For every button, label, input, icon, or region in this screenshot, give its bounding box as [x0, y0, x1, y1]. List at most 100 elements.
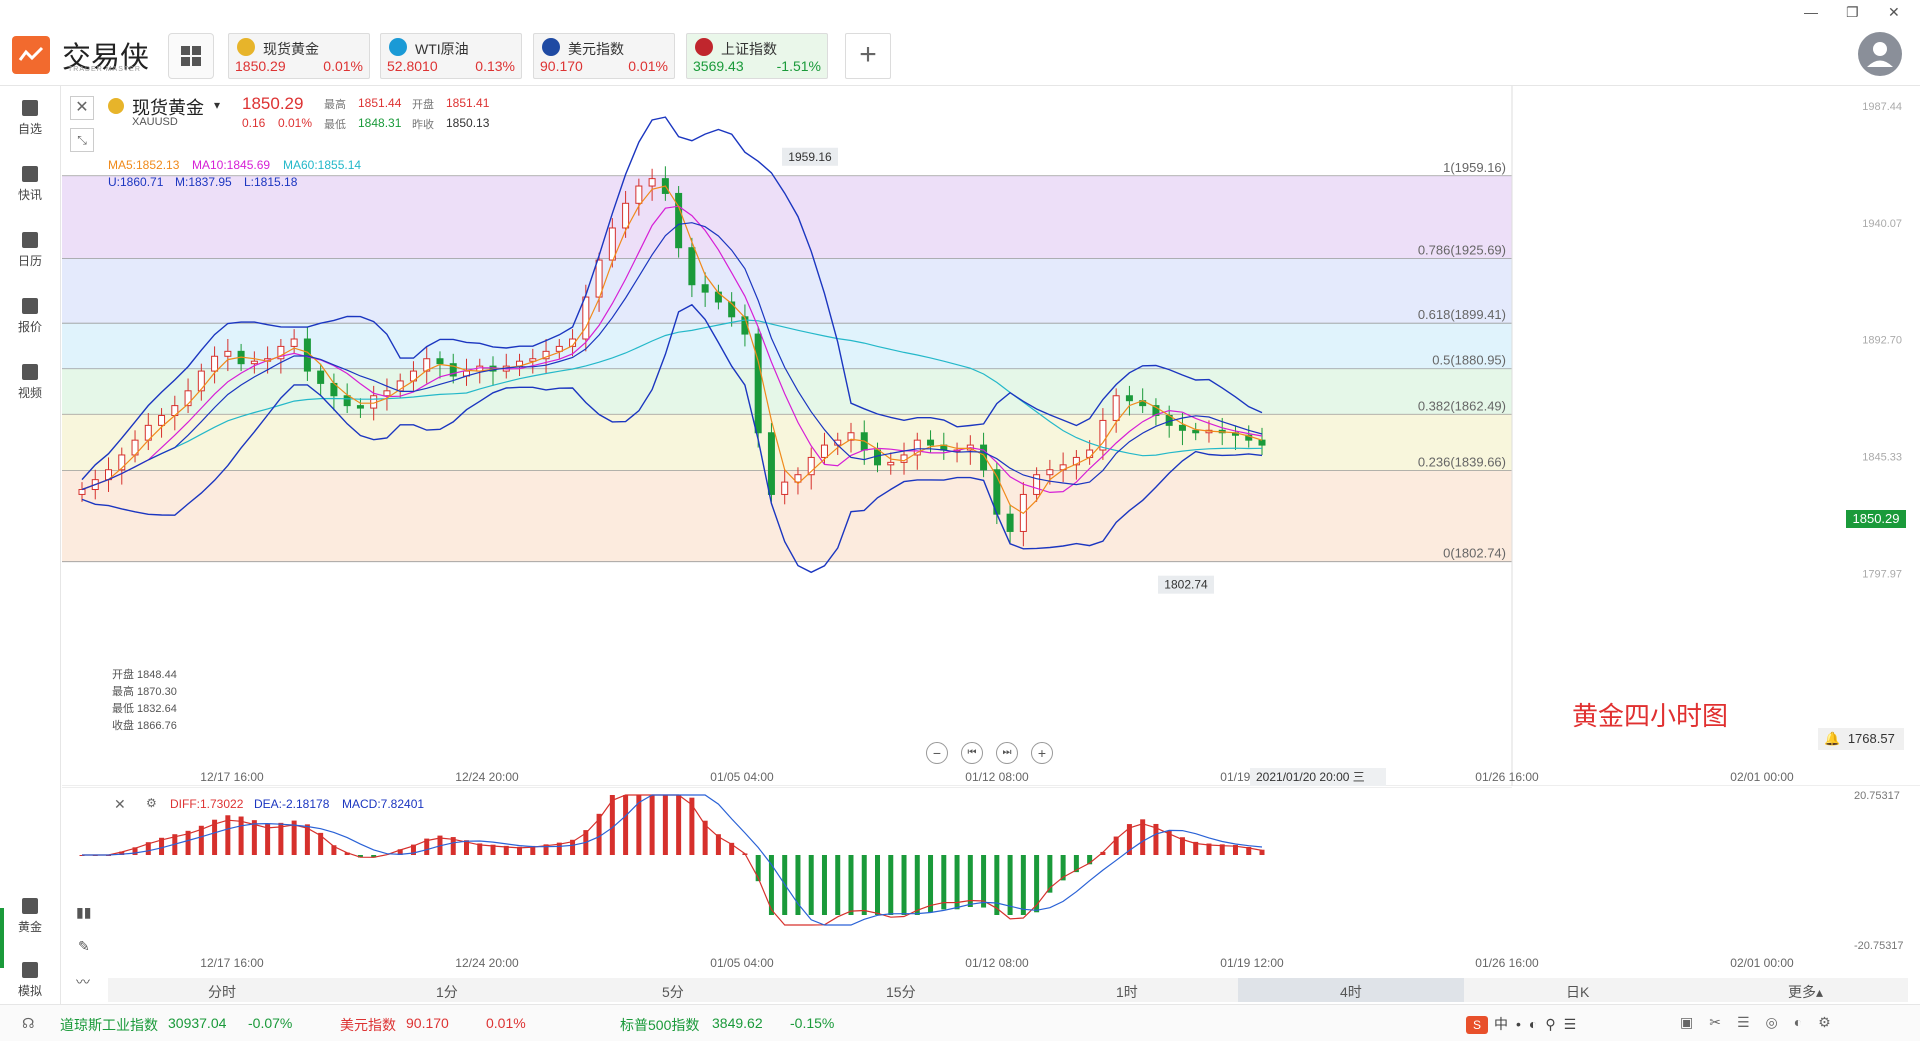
zoom-in-icon[interactable]: + — [1031, 742, 1053, 764]
ticker-price: 90.170 — [540, 58, 583, 74]
indicator-icon[interactable]: 〰 — [76, 972, 90, 992]
macd-bar — [835, 855, 840, 915]
ticker-change: 0.01% — [628, 58, 668, 74]
sidebar-item-video[interactable]: 视频 — [0, 364, 60, 401]
candle-body — [291, 339, 297, 346]
sidebar-item-news[interactable]: 快讯 — [0, 166, 60, 203]
ime-icon[interactable]: S — [1466, 1016, 1488, 1034]
x-tick-label: 02/01 00:00 — [1730, 770, 1794, 784]
candle-body — [583, 297, 589, 339]
macd-bar — [663, 795, 668, 855]
ticker-tile-gold[interactable]: 现货黄金 1850.29 0.01% — [228, 33, 370, 79]
sp500-name[interactable]: 标普500指数 — [620, 1015, 699, 1035]
chevron-down-icon[interactable]: ▾ — [214, 98, 220, 112]
macd-diff-line — [82, 795, 1262, 925]
headset-icon[interactable]: ☊ — [22, 1015, 34, 1032]
macd-bar — [650, 795, 655, 855]
add-ticker-button[interactable]: + — [845, 33, 891, 79]
restore-icon[interactable]: ❐ — [1846, 4, 1859, 21]
candle-body — [649, 179, 655, 186]
chart-annotation: 黄金四小时图 — [1572, 696, 1728, 733]
ticker-tile-shanghai[interactable]: 上证指数 3569.43 -1.51% — [686, 33, 828, 79]
ticker-tile-wti[interactable]: WTI原油 52.8010 0.13% — [380, 33, 522, 79]
ticker-tile-usd-index[interactable]: 美元指数 90.170 0.01% — [533, 33, 675, 79]
close-window-icon[interactable]: ✕ — [1888, 4, 1900, 21]
candle-body — [755, 334, 761, 433]
layout-grid-button[interactable] — [168, 33, 214, 79]
candle-body — [1007, 514, 1013, 531]
tf-5m[interactable]: 5分 — [662, 982, 684, 1002]
close-macd-icon[interactable]: ✕ — [114, 796, 126, 813]
tf-daily[interactable]: 日K — [1566, 982, 1589, 1002]
forward-icon[interactable]: ⏭ — [996, 742, 1018, 764]
tray-icons[interactable]: 中•◐⚲☰ — [1494, 1014, 1584, 1034]
draw-pencil-icon[interactable]: ✎ — [78, 938, 90, 955]
system-tray-icons[interactable]: ▣✂☰◎◐⚙ — [1680, 1014, 1847, 1031]
tf-1m[interactable]: 1分 — [436, 982, 458, 1002]
ticker-name: 上证指数 — [721, 39, 777, 59]
candle-body — [689, 248, 695, 285]
macd-bar — [915, 855, 920, 915]
candle-body — [1047, 470, 1053, 475]
open-value: 1851.41 — [446, 96, 489, 110]
plus-icon: + — [859, 38, 877, 71]
fib-level-label: 0.382(1862.49) — [1418, 398, 1506, 413]
low-marker-label: 1802.74 — [1164, 578, 1208, 592]
price-alert[interactable]: 🔔 1768.57 — [1818, 728, 1904, 750]
candle-body — [198, 371, 204, 391]
sidebar-item-simulation[interactable]: 模拟 — [0, 962, 60, 999]
sidebar-item-gold[interactable]: 黄金 — [0, 898, 60, 935]
zoom-out-icon[interactable]: − — [926, 742, 948, 764]
candle-body — [875, 450, 881, 465]
candle-body — [636, 186, 642, 203]
sidebar-item-quotes[interactable]: 报价 — [0, 298, 60, 335]
calendar-icon — [22, 232, 38, 248]
candle-body — [782, 482, 788, 494]
us-flag-icon — [542, 38, 560, 56]
close-chart-icon[interactable]: ✕ — [70, 96, 94, 120]
sidebar-item-calendar[interactable]: 日历 — [0, 232, 60, 269]
quote-icon — [22, 298, 38, 314]
collapse-icon[interactable]: ⤡ — [70, 128, 94, 152]
candle-body — [928, 440, 934, 445]
open-label: 开盘 — [412, 96, 434, 112]
macd-bar — [955, 855, 960, 909]
tf-4h[interactable]: 4时 — [1340, 982, 1362, 1002]
rewind-icon[interactable]: ⏮ — [961, 742, 983, 764]
minimize-icon[interactable]: — — [1804, 4, 1818, 20]
ma10-label: MA10:1845.69 — [192, 158, 270, 172]
sidebar-item-watchlist[interactable]: 自选 — [0, 100, 60, 137]
candle-body — [212, 356, 218, 371]
x-tick-label: 01/05 04:00 — [710, 770, 774, 784]
candle-body — [821, 445, 827, 457]
candle-body — [676, 193, 682, 247]
usd-index-name[interactable]: 美元指数 — [340, 1015, 396, 1035]
bookmark-icon — [22, 100, 38, 116]
fib-band — [62, 258, 1512, 323]
tf-more[interactable]: 更多▴ — [1788, 982, 1823, 1002]
tf-tick[interactable]: 分时 — [208, 982, 236, 1002]
user-avatar[interactable] — [1858, 32, 1902, 76]
high-value: 1851.44 — [358, 96, 401, 110]
macd-x-tick-label: 12/24 20:00 — [455, 956, 519, 970]
chart-type-icon[interactable]: ▮▮ — [76, 904, 91, 921]
candlestick-chart[interactable]: 1(1959.16)0.786(1925.69)0.618(1899.41)0.… — [62, 86, 1920, 786]
candle-body — [225, 351, 231, 356]
dow-name[interactable]: 道琼斯工业指数 — [60, 1015, 158, 1035]
macd-dea-label: DEA:-2.18178 — [254, 797, 329, 811]
sp500-value: 3849.62 — [712, 1015, 763, 1031]
candle-body — [344, 396, 350, 406]
cn-flag-icon — [695, 38, 713, 56]
tf-15m[interactable]: 15分 — [886, 982, 916, 1002]
prev-close-label: 昨收 — [412, 116, 434, 132]
settings-icon[interactable]: ⚙ — [146, 796, 157, 810]
macd-chart[interactable]: 12/17 16:0012/24 20:0001/05 04:0001/12 0… — [62, 787, 1920, 972]
sidebar-item-label: 黄金 — [18, 920, 42, 934]
candle-body — [437, 359, 443, 364]
tf-1h[interactable]: 1时 — [1116, 982, 1138, 1002]
candle-body — [623, 203, 629, 228]
candle-body — [1087, 450, 1093, 457]
y-tick-label: 1797.97 — [1862, 568, 1902, 580]
macd-bar — [875, 855, 880, 915]
video-icon — [22, 364, 38, 380]
